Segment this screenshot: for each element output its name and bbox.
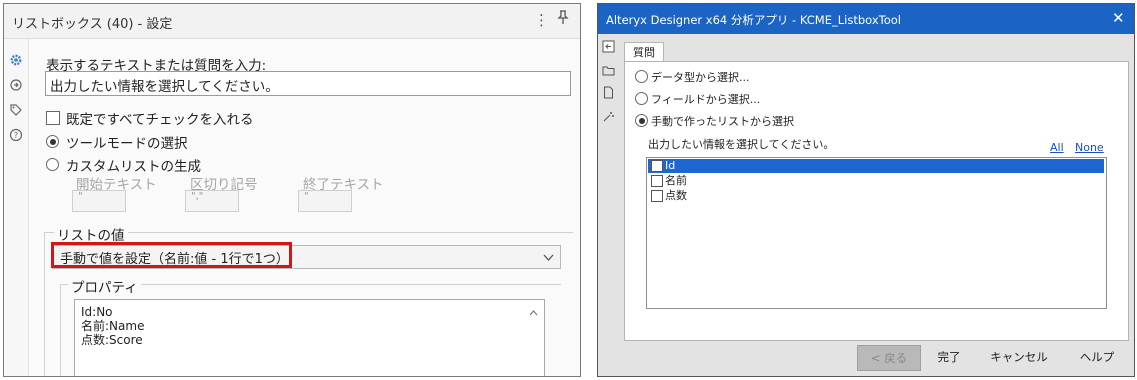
dialog-titlebar: Alteryx Designer x64 分析アプリ - KCME_Listbo… <box>598 4 1134 34</box>
dialog-title: Alteryx Designer x64 分析アプリ - KCME_Listbo… <box>606 13 901 27</box>
list-item[interactable]: 名前 <box>648 174 1104 188</box>
question-input[interactable]: 出力したい情報を選択してください。 <box>45 71 571 96</box>
cancel-button[interactable]: キャンセル <box>984 345 1054 369</box>
properties-line: 点数:Score <box>81 333 143 347</box>
custom-list-label: カスタムリストの生成 <box>66 159 201 175</box>
list-item-checkbox[interactable] <box>651 175 663 187</box>
dialog-side-rail <box>598 34 620 376</box>
chevron-down-icon <box>543 251 554 265</box>
panel-side-rail: ? <box>4 39 29 376</box>
back-arrow-icon[interactable] <box>602 40 615 53</box>
list-item-label: 点数 <box>665 189 687 202</box>
manual-list-radio[interactable] <box>635 114 648 127</box>
manual-list-option-label: 手動で作ったリストから選択 <box>651 115 794 128</box>
delimiter-input[interactable]: "," <box>185 190 239 212</box>
default-check-checkbox[interactable] <box>46 111 60 125</box>
list-item-label: 名前 <box>665 174 687 187</box>
app-dialog: Alteryx Designer x64 分析アプリ - KCME_Listbo… <box>597 3 1135 377</box>
listbox-config-panel: リストボックス (40) - 設定 ⋮ ? 表示するテキストまたは質問を入力: … <box>3 3 581 377</box>
properties-textarea[interactable]: Id:No 名前:Name 点数:Score <box>74 299 545 376</box>
data-type-option-label: データ型から選択... <box>651 71 750 84</box>
tab-question[interactable]: 質問 <box>624 42 664 63</box>
select-none-link[interactable]: None <box>1075 141 1104 154</box>
field-option-label: フィールドから選択... <box>651 93 761 106</box>
end-text-input[interactable]: " <box>298 190 352 212</box>
document-icon[interactable] <box>602 86 615 99</box>
panel-title: リストボックス (40) - 設定 <box>12 17 173 32</box>
tag-icon[interactable] <box>9 103 23 117</box>
list-item-checkbox[interactable] <box>651 190 663 202</box>
scroll-up-icon[interactable] <box>529 305 538 319</box>
list-item-label: Id <box>665 159 676 172</box>
field-radio[interactable] <box>635 92 648 105</box>
list-values-label: リストの値 <box>54 224 128 244</box>
list-item-checkbox[interactable] <box>651 160 663 172</box>
select-all-link[interactable]: All <box>1050 141 1064 154</box>
close-icon[interactable]: ✕ <box>1112 9 1125 27</box>
finish-button[interactable]: 完了 <box>924 345 974 369</box>
svg-text:?: ? <box>14 131 18 140</box>
folder-icon[interactable] <box>602 64 615 77</box>
custom-list-radio[interactable] <box>46 158 59 171</box>
highlight-box: 手動で値を設定（名前:値 - 1行で1つ） <box>51 242 292 268</box>
choice-listbox[interactable]: Id 名前 点数 <box>646 157 1107 309</box>
properties-label: プロパティ <box>68 276 141 296</box>
gear-icon[interactable] <box>9 53 23 67</box>
tool-mode-radio[interactable] <box>46 135 59 148</box>
default-check-label: 既定ですべてチェックを入れる <box>66 112 254 128</box>
list-item[interactable]: Id <box>648 159 1104 173</box>
magic-wand-icon[interactable] <box>602 110 615 123</box>
layers-icon[interactable] <box>9 78 23 92</box>
list-item[interactable]: 点数 <box>648 189 1104 203</box>
list-mode-value: 手動で値を設定（名前:値 - 1行で1つ） <box>60 252 289 267</box>
help-button[interactable]: ヘルプ <box>1068 345 1126 369</box>
data-type-radio[interactable] <box>635 70 648 83</box>
properties-line: 名前:Name <box>81 319 145 333</box>
properties-text: Id:No 名前:Name 点数:Score <box>81 305 144 347</box>
start-text-input[interactable]: " <box>72 190 126 212</box>
back-button[interactable]: < 戻る <box>857 345 921 371</box>
help-icon[interactable]: ? <box>9 128 23 142</box>
panel-content: 表示するテキストまたは質問を入力: 出力したい情報を選択してください。 既定です… <box>30 39 580 376</box>
prompt-text: 出力したい情報を選択してください。 <box>648 138 835 151</box>
properties-line: Id:No <box>81 305 113 319</box>
more-options-icon[interactable]: ⋮ <box>534 11 549 29</box>
tool-mode-label: ツールモードの選択 <box>66 136 188 152</box>
panel-header: リストボックス (40) - 設定 ⋮ <box>4 4 580 39</box>
question-input-value: 出力したい情報を選択してください。 <box>50 79 279 95</box>
pin-icon[interactable] <box>557 10 569 28</box>
